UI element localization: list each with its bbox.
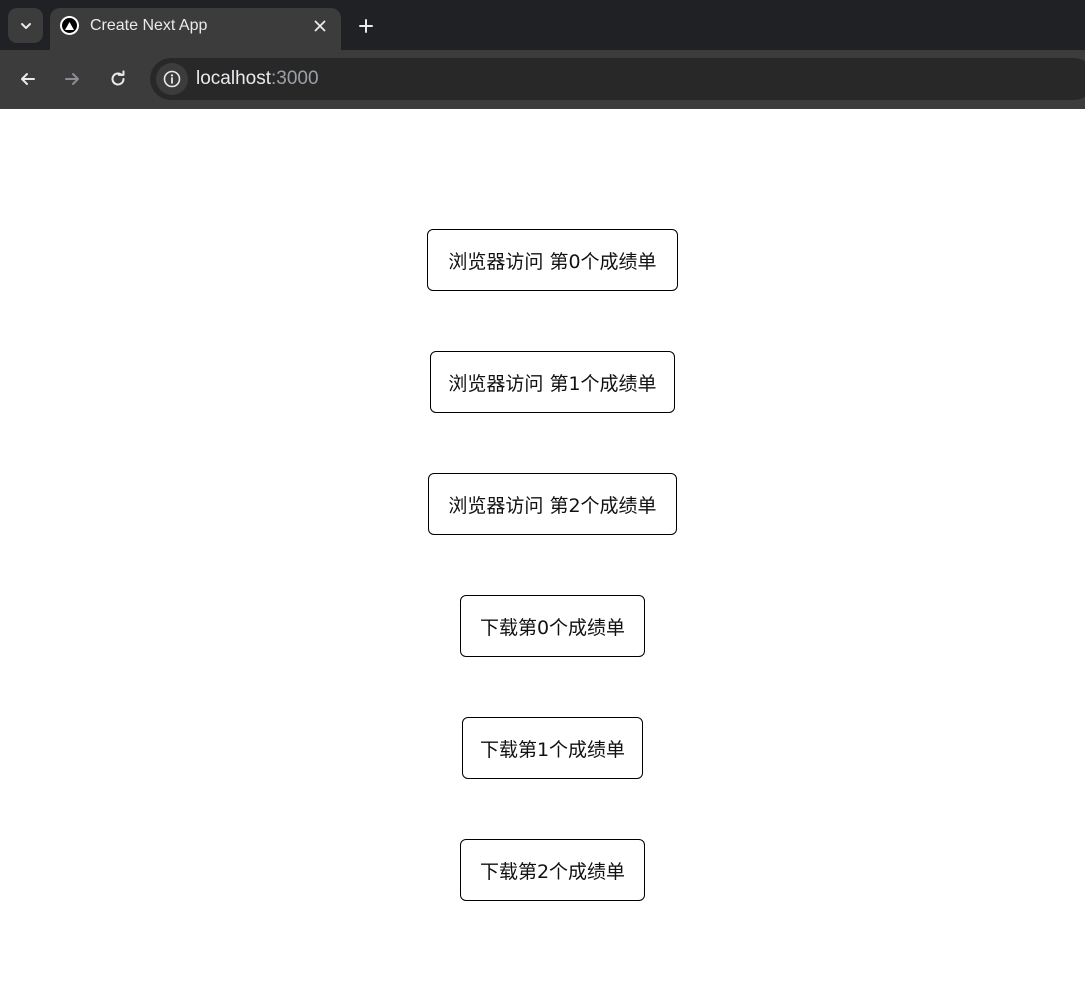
view-report-0-button[interactable]: 浏览器访问 第0个成绩单 <box>427 229 678 291</box>
arrow-left-icon <box>21 73 35 85</box>
url-text: localhost:3000 <box>196 68 319 90</box>
download-report-2-button[interactable]: 下载第2个成绩单 <box>460 839 645 901</box>
arrow-right-icon <box>65 73 79 85</box>
url-port: :3000 <box>271 68 319 89</box>
tab-title: Create Next App <box>90 17 208 34</box>
url-host: localhost <box>196 68 271 89</box>
info-icon <box>163 70 181 88</box>
tab-close-button[interactable] <box>310 16 330 36</box>
nextjs-triangle-icon <box>65 21 74 30</box>
download-report-0-button[interactable]: 下载第0个成绩单 <box>460 595 645 657</box>
site-info-button[interactable] <box>156 63 188 95</box>
tab-strip: Create Next App <box>0 0 1085 50</box>
forward-button[interactable] <box>57 64 87 94</box>
tab-active[interactable]: Create Next App <box>50 8 341 50</box>
browser-toolbar: localhost:3000 <box>0 50 1085 109</box>
back-button[interactable] <box>13 64 43 94</box>
address-bar[interactable]: localhost:3000 <box>150 58 1085 100</box>
plus-icon <box>359 19 373 33</box>
close-icon <box>314 20 326 32</box>
download-report-1-button[interactable]: 下载第1个成绩单 <box>462 717 643 779</box>
reload-icon <box>111 70 125 86</box>
reload-button[interactable] <box>103 64 133 94</box>
chevron-down-icon <box>20 22 31 29</box>
view-report-1-button[interactable]: 浏览器访问 第1个成绩单 <box>430 351 675 413</box>
page-content: 浏览器访问 第0个成绩单 浏览器访问 第1个成绩单 浏览器访问 第2个成绩单 下… <box>0 109 1085 992</box>
nextjs-favicon <box>60 16 79 35</box>
new-tab-button[interactable] <box>352 12 380 40</box>
tab-search-button[interactable] <box>8 8 43 43</box>
view-report-2-button[interactable]: 浏览器访问 第2个成绩单 <box>428 473 677 535</box>
